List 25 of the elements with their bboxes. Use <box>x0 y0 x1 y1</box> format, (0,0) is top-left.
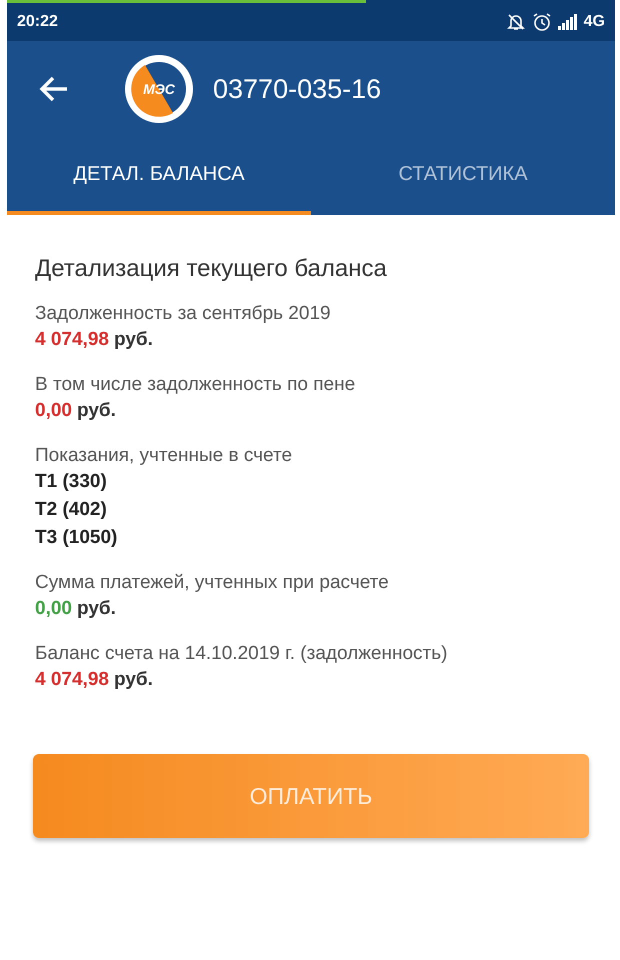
meter-reading: Т3 (1050) <box>35 526 118 550</box>
section-heading: Детализация текущего баланса <box>35 255 388 283</box>
amount-value: 4 074,98 <box>35 668 109 692</box>
item-label: Задолженность за сентябрь 2019 <box>35 302 332 326</box>
meter-reading: Т2 (402) <box>35 498 108 522</box>
network-type: 4G <box>584 13 605 31</box>
amount-value: 0,00 <box>35 597 72 621</box>
currency-unit: руб. <box>114 668 153 692</box>
item-label: Баланс счета на 14.10.2019 г. (задолженность) <box>35 642 448 666</box>
currency-unit: руб. <box>76 597 116 621</box>
meter-reading: Т1 (330) <box>35 470 108 494</box>
tab[interactable]: ДЕТАЛ. БАЛАНСА <box>7 137 311 215</box>
item-label: В том числе задолженность по пене <box>35 373 356 397</box>
amount-value: 0,00 <box>35 399 72 423</box>
account-number: 03770-035-16 <box>213 74 382 104</box>
item-label: Показания, учтенные в счете <box>35 444 294 468</box>
alarm-icon <box>532 12 552 32</box>
currency-unit: руб. <box>114 328 153 352</box>
amount-value: 4 074,98 <box>35 328 109 352</box>
item-label: Сумма платежей, учтенных при расчете <box>35 571 390 595</box>
status-time: 20:22 <box>17 13 58 31</box>
currency-unit: руб. <box>76 399 116 423</box>
signal-icon <box>558 14 578 30</box>
tab[interactable]: СТАТИСТИКА <box>311 137 615 215</box>
bell-off-icon <box>506 12 526 32</box>
